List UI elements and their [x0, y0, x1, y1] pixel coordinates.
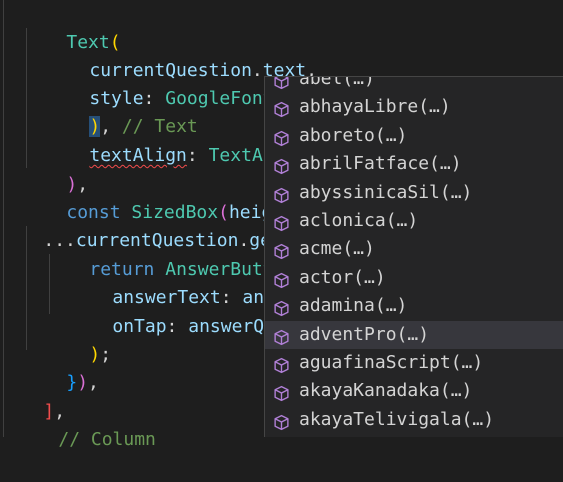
cube-method-icon	[273, 77, 290, 90]
cube-method-icon	[273, 412, 290, 430]
code-token: )	[77, 372, 89, 393]
code-line: );	[46, 313, 111, 365]
suggestion-item[interactable]: abhayaLibre(…)	[265, 93, 563, 121]
suggestion-item[interactable]: akayaTelivigala(…)	[265, 406, 563, 434]
code-line: ],	[0, 370, 65, 422]
code-token: ,	[88, 372, 99, 393]
suggestion-item[interactable]: abel(…)	[265, 76, 563, 93]
suggestion-label: abel(…)	[299, 76, 375, 89]
suggestion-label: akayaTelivigala(…)	[299, 408, 495, 430]
suggestion-item[interactable]: actor(…)	[265, 264, 563, 292]
cube-method-icon	[273, 298, 290, 317]
cube-method-icon	[273, 270, 290, 288]
suggestion-label: abrilFatface(…)	[299, 153, 462, 175]
cube-method-icon	[273, 128, 290, 146]
suggestion-item[interactable]: abrilFatface(…)	[265, 150, 563, 178]
suggestion-label: aclonica(…)	[299, 210, 419, 231]
code-line: // Column	[15, 398, 156, 450]
suggestion-label: aguafinaScript(…)	[299, 352, 484, 373]
cube-method-icon	[273, 355, 290, 374]
suggestion-item[interactable]: aguafinaScript(…)	[265, 349, 563, 377]
cube-method-icon	[273, 327, 290, 345]
cube-method-icon	[273, 185, 290, 203]
suggestion-item[interactable]: adamina(…)	[265, 292, 563, 320]
code-line: onTap: answerQues	[69, 285, 296, 337]
suggestion-item[interactable]: acme(…)	[265, 235, 563, 263]
code-line: ...currentQuestion.ge	[0, 199, 271, 251]
cube-method-icon	[273, 99, 290, 118]
autocomplete-suggestion-list[interactable]: abel(…) abhayaLibre(…) aboreto(…) abrilFatf…	[264, 76, 563, 437]
suggestion-item[interactable]: aclonica(…)	[265, 207, 563, 235]
code-line: const SizedBox(height	[23, 171, 294, 223]
suggestion-item[interactable]: akayaKanadaka(…)	[265, 377, 563, 405]
suggestion-label: actor(…)	[299, 266, 386, 288]
suggestion-label: akayaKanadaka(…)	[299, 380, 473, 402]
code-token: textAlign	[89, 145, 187, 166]
code-line: Text(	[23, 1, 120, 53]
code-line: }),	[23, 341, 99, 393]
suggestion-item[interactable]: abyssinicaSil(…)	[265, 179, 563, 207]
suggestion-label: adventPro(…)	[299, 323, 430, 345]
code-token: ;	[100, 344, 112, 365]
code-token: onTap	[112, 316, 167, 337]
cube-method-icon	[273, 241, 290, 260]
suggestion-label: aboreto(…)	[299, 124, 408, 146]
cube-method-icon	[273, 383, 290, 402]
code-token: }	[66, 372, 78, 393]
code-line: ),	[23, 143, 88, 195]
suggestion-label: acme(…)	[299, 238, 375, 260]
code-line: textAlign: TextAlig	[46, 114, 295, 166]
cube-method-icon	[273, 156, 290, 175]
suggestion-label: abyssinicaSil(…)	[299, 181, 473, 203]
code-token: :	[186, 145, 209, 166]
suggestion-label: adamina(…)	[299, 295, 408, 317]
suggestion-item[interactable]: adventPro(…)	[265, 320, 563, 349]
code-token: :	[166, 316, 189, 337]
code-line: ), // Text	[46, 85, 198, 137]
suggestion-label: abhayaLibre(…)	[299, 96, 451, 118]
code-line: currentQuestion.text,	[46, 29, 317, 81]
code-token: // Column	[58, 429, 156, 450]
suggestion-item[interactable]: aboreto(…)	[265, 122, 563, 150]
code-line: answerText: answe	[69, 256, 296, 308]
cube-method-icon	[273, 213, 290, 232]
code-line: return AnswerButton	[46, 228, 295, 280]
